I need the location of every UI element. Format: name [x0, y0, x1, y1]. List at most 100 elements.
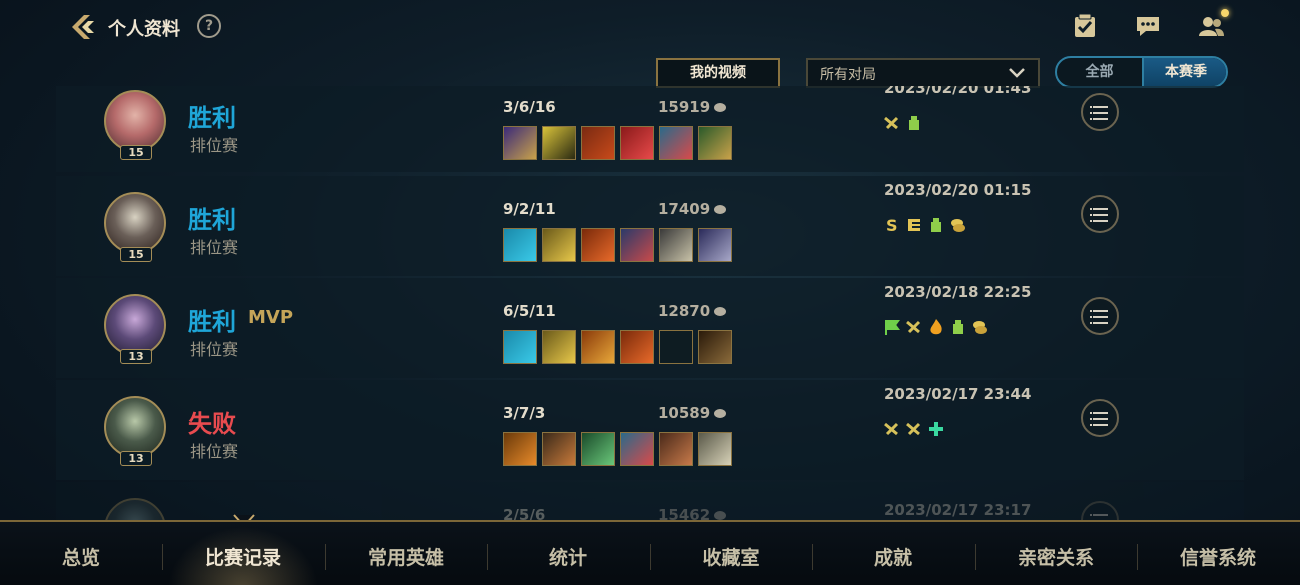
match-filter-value: 所有对局	[820, 67, 876, 83]
match-row[interactable]: 15 胜利 排位赛 3/6/16 15919 2023/02/20 01:43	[56, 86, 1244, 172]
S-kill-icon: S	[886, 216, 898, 234]
tab-match-history[interactable]: 比赛记录	[162, 522, 324, 585]
kda-score: 2/5/6	[503, 506, 546, 520]
tab-favorite-champions[interactable]: 常用英雄	[325, 522, 487, 585]
season-toggle[interactable]: 全部 本赛季	[1055, 56, 1228, 88]
item-slot[interactable]	[659, 126, 693, 160]
gold-amount: 15462	[658, 506, 727, 520]
item-slot[interactable]	[659, 432, 693, 466]
match-date: 2023/02/20 01:43	[884, 86, 1032, 97]
item-slot[interactable]	[542, 330, 576, 364]
gold-icon	[714, 307, 727, 316]
item-slot[interactable]	[542, 432, 576, 466]
tab-collection[interactable]: 收藏室	[650, 522, 812, 585]
tab-achievements[interactable]: 成就	[812, 522, 974, 585]
gold-icon	[714, 103, 727, 112]
match-date: 2023/02/20 01:15	[884, 181, 1032, 199]
coins-icon	[951, 219, 965, 232]
match-row[interactable]: 15 胜利 排位赛 9/2/11 17409 2023/02/20 01:15 …	[56, 176, 1244, 276]
item-slot[interactable]	[581, 228, 615, 262]
champion-level: 15	[120, 247, 152, 262]
tower-icon	[931, 218, 941, 232]
item-slot[interactable]	[698, 432, 732, 466]
champion-level: 15	[120, 145, 152, 160]
champion-level: 13	[120, 451, 152, 466]
coins-icon	[973, 321, 987, 334]
match-mode: 排位赛	[190, 238, 239, 257]
chat-icon[interactable]	[1134, 12, 1162, 40]
tab-overview[interactable]: 总览	[0, 522, 162, 585]
champion-avatar	[104, 498, 166, 520]
task-checklist-icon[interactable]	[1071, 12, 1099, 40]
tab-relationships[interactable]: 亲密关系	[975, 522, 1137, 585]
tower-icon	[909, 116, 919, 130]
item-slot[interactable]	[620, 228, 654, 262]
item-slot[interactable]	[581, 330, 615, 364]
item-slot[interactable]	[581, 126, 615, 160]
match-result: 胜利	[188, 308, 236, 336]
svg-text:S: S	[886, 216, 898, 234]
match-row[interactable]: 13 失败 排位赛 3/7/3 10589 2023/02/17 23:44	[56, 380, 1244, 480]
mvp-badge: MVP	[248, 307, 294, 328]
match-filter-select[interactable]: 所有对局	[806, 58, 1040, 88]
dual-knife-icon	[884, 116, 899, 130]
item-slot[interactable]	[581, 432, 615, 466]
match-detail-button[interactable]	[1081, 93, 1119, 131]
notification-dot	[1221, 9, 1229, 17]
match-detail-button[interactable]	[1081, 399, 1119, 437]
match-date: 2023/02/17 23:44	[884, 385, 1032, 403]
chevron-down-icon	[1009, 68, 1025, 78]
item-slot-empty[interactable]	[659, 330, 693, 364]
heal-icon	[929, 422, 943, 436]
gold-amount: 15919	[658, 98, 727, 116]
dual-knife-icon	[884, 422, 899, 436]
item-slot[interactable]	[503, 228, 537, 262]
match-row[interactable]: 13 胜利 MVP 排位赛 6/5/11 12870 2023/02/18 22…	[56, 278, 1244, 378]
triple-kill-icon	[908, 219, 920, 231]
gold-amount: 10589	[658, 404, 727, 422]
item-slot[interactable]	[620, 330, 654, 364]
item-slot[interactable]	[503, 330, 537, 364]
match-result: 胜利	[188, 104, 236, 132]
match-mode: 排位赛	[190, 136, 239, 155]
match-detail-button[interactable]	[1081, 195, 1119, 233]
champion-avatar	[104, 294, 166, 356]
back-arrow-icon[interactable]	[68, 12, 100, 42]
friends-icon[interactable]	[1197, 12, 1225, 40]
item-slot[interactable]	[503, 126, 537, 160]
top-bar: 个人资料 ?	[0, 0, 1300, 55]
champion-avatar	[104, 90, 166, 152]
page-title: 个人资料	[108, 19, 180, 40]
champion-avatar	[104, 396, 166, 458]
match-history-list[interactable]: 15 胜利 排位赛 3/6/16 15919 2023/02/20 01:43 …	[56, 86, 1244, 520]
item-slot[interactable]	[698, 228, 732, 262]
match-detail-button[interactable]	[1081, 501, 1119, 520]
match-mode: 排位赛	[190, 340, 239, 359]
item-slot[interactable]	[620, 432, 654, 466]
item-slot[interactable]	[698, 126, 732, 160]
match-result: 胜利	[188, 206, 236, 234]
item-slot[interactable]	[542, 126, 576, 160]
help-icon[interactable]: ?	[197, 14, 221, 38]
gold-value: 17409	[658, 200, 711, 218]
my-videos-button[interactable]: 我的视频	[656, 58, 780, 88]
item-slot[interactable]	[542, 228, 576, 262]
match-mode: 排位赛	[190, 442, 239, 461]
match-detail-button[interactable]	[1081, 297, 1119, 335]
kda-score: 6/5/11	[503, 302, 556, 320]
toggle-current-season[interactable]: 本赛季	[1142, 58, 1226, 86]
dual-knife-icon	[906, 422, 921, 436]
item-slot[interactable]	[698, 330, 732, 364]
gold-icon	[714, 409, 727, 418]
gold-value: 15919	[658, 98, 711, 116]
match-date: 2023/02/18 22:25	[884, 283, 1032, 301]
tab-statistics[interactable]: 统计	[487, 522, 649, 585]
gold-icon	[714, 511, 727, 520]
tab-honor-system[interactable]: 信誉系统	[1137, 522, 1299, 585]
fire-icon	[930, 319, 942, 335]
item-slot[interactable]	[620, 126, 654, 160]
toggle-all[interactable]: 全部	[1057, 58, 1142, 86]
item-slot[interactable]	[503, 432, 537, 466]
flag-icon	[885, 320, 900, 335]
item-slot[interactable]	[659, 228, 693, 262]
